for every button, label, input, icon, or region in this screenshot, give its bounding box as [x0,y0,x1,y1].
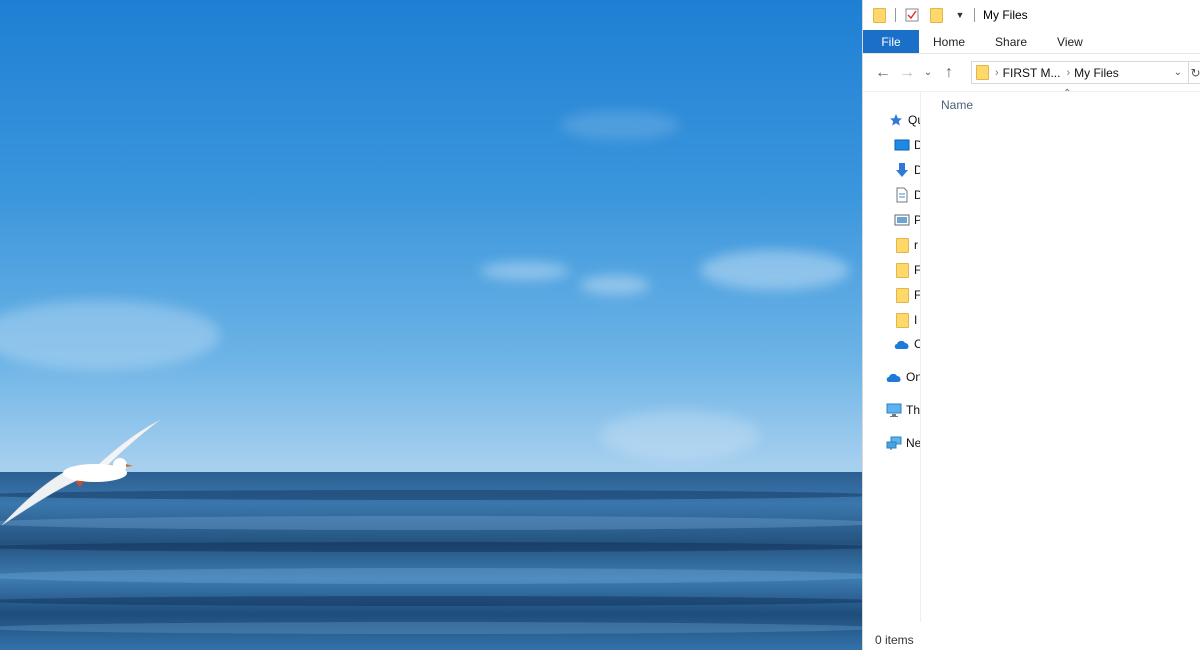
breadcrumb-item[interactable]: FIRST M... [1003,66,1061,80]
cloud-icon [893,335,911,353]
breadcrumb-item-current[interactable]: My Files [1074,66,1119,80]
folder-icon [893,286,911,304]
column-header-name[interactable]: Name [941,98,973,112]
tab-home[interactable]: Home [919,30,979,53]
item-count: 0 items [875,633,914,647]
breadcrumb-separator-icon[interactable]: › [1066,67,1070,79]
breadcrumb-separator-icon: › [995,66,999,79]
back-arrow-icon[interactable]: ← [871,61,895,85]
nav-item-downloads[interactable]: D [893,159,920,181]
folder-icon [893,261,911,279]
properties-icon[interactable] [904,7,920,23]
monitor-icon [885,401,903,419]
nav-item-documents[interactable]: D [893,184,920,206]
nav-item-this-pc[interactable]: Th [885,399,920,421]
nav-item-onedrive-sub[interactable]: C [893,333,920,355]
star-icon [887,111,905,129]
network-icon [885,434,903,452]
window-title: My Files [983,8,1028,22]
divider [974,8,975,22]
download-arrow-icon [893,161,911,179]
tab-view[interactable]: View [1043,30,1097,53]
refresh-icon[interactable]: ↻ [1189,61,1200,84]
tab-file[interactable]: File [863,30,919,53]
desktop-icon [893,136,911,154]
address-bar[interactable]: › FIRST M... › My Files ⌄ [971,61,1189,84]
nav-item-desktop[interactable]: D [893,134,920,156]
folder-icon[interactable] [871,7,887,23]
customize-toolbar-chevron-icon[interactable]: ▼ [952,7,968,23]
seagull-image [1,419,161,526]
nav-item-pictures[interactable]: P [893,209,920,231]
file-explorer-window: ▼ My Files File Home Share View ← → ⌄ ↑ … [862,0,1200,650]
nav-item-folder[interactable]: I [893,309,917,331]
nav-item-folder[interactable]: r [893,234,918,256]
divider [895,8,896,22]
forward-arrow-icon[interactable]: → [895,61,919,85]
tab-share[interactable]: Share [979,30,1043,53]
folder-icon [976,65,989,80]
cloud-icon [885,368,903,386]
folder-icon [893,236,911,254]
document-icon [893,186,911,204]
navigation-pane: Qu D D D P r F F [863,92,921,622]
pictures-icon [893,211,911,229]
folder-icon [893,311,911,329]
file-list-pane[interactable]: ⌃ Name [921,88,1200,622]
recent-locations-chevron-icon[interactable]: ⌄ [919,61,937,85]
sort-ascending-icon: ⌃ [1063,88,1072,99]
status-bar: 0 items [863,630,1200,650]
new-folder-icon[interactable] [928,7,944,23]
title-bar: ▼ My Files [863,0,1200,30]
nav-item-quick-access[interactable]: Qu [887,109,920,131]
nav-item-folder[interactable]: F [893,259,920,281]
nav-item-folder[interactable]: F [893,284,920,306]
ribbon-tabs: File Home Share View [863,30,1200,54]
address-dropdown-icon[interactable]: ⌄ [1174,67,1182,78]
nav-item-onedrive[interactable]: On [885,366,920,388]
up-arrow-icon[interactable]: ↑ [937,61,961,85]
desktop-wallpaper [0,0,862,650]
nav-item-network[interactable]: Ne [885,432,920,454]
